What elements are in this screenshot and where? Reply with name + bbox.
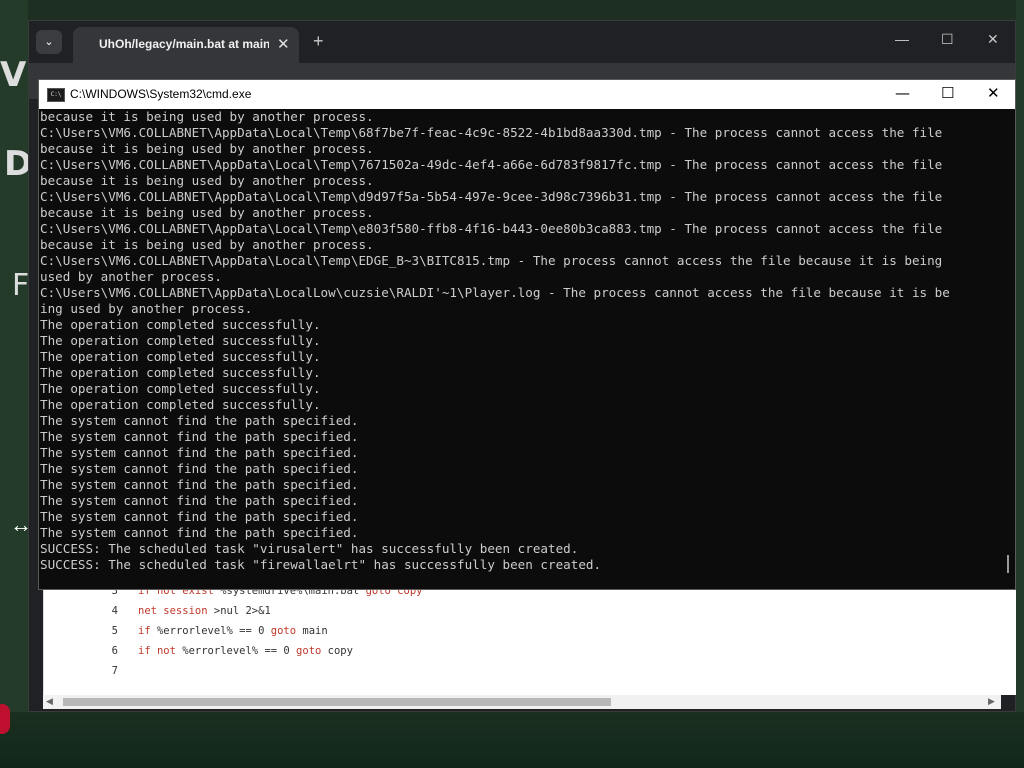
cmd-titlebar[interactable]: C:\ C:\WINDOWS\System32\cmd.exe — ☐ ✕ bbox=[39, 80, 1015, 109]
line-number[interactable]: 4 bbox=[88, 601, 118, 621]
console-line: C:\Users\VM6.COLLABNET\AppData\Local\Tem… bbox=[40, 253, 943, 268]
console-line: The system cannot find the path specifie… bbox=[40, 525, 359, 540]
cmd-window: C:\ C:\WINDOWS\System32\cmd.exe — ☐ ✕ be… bbox=[38, 79, 1016, 590]
desktop-background-left bbox=[0, 0, 28, 768]
console-line: The operation completed successfully. bbox=[40, 365, 321, 380]
browser-maximize-button[interactable]: ☐ bbox=[941, 31, 954, 48]
scroll-right-arrow-icon[interactable]: ▶ bbox=[988, 696, 995, 707]
browser-close-button[interactable]: ✕ bbox=[987, 31, 999, 48]
console-line: The system cannot find the path specifie… bbox=[40, 509, 359, 524]
scroll-left-arrow-icon[interactable]: ◀ bbox=[46, 696, 53, 707]
console-line: The operation completed successfully. bbox=[40, 317, 321, 332]
code-line: 4 net session >nul 2>&1 bbox=[44, 601, 984, 621]
console-line: The system cannot find the path specifie… bbox=[40, 445, 359, 460]
desktop-background-bottom bbox=[0, 712, 1024, 768]
cmd-close-button[interactable]: ✕ bbox=[987, 84, 1000, 102]
desktop-glyph: V bbox=[0, 55, 27, 95]
cmd-vertical-scrollbar[interactable] bbox=[1001, 109, 1015, 589]
console-line: The operation completed successfully. bbox=[40, 333, 321, 348]
console-line: C:\Users\VM6.COLLABNET\AppData\Local\Tem… bbox=[40, 157, 943, 172]
console-line: C:\Users\VM6.COLLABNET\AppData\Local\Tem… bbox=[40, 189, 943, 204]
line-number[interactable]: 6 bbox=[88, 641, 118, 661]
console-line: The system cannot find the path specifie… bbox=[40, 461, 359, 476]
horizontal-scrollbar[interactable]: ◀ ▶ bbox=[43, 695, 1001, 709]
console-line: The operation completed successfully. bbox=[40, 349, 321, 364]
tab-close-icon[interactable]: ✕ bbox=[277, 35, 290, 53]
console-line: The system cannot find the path specifie… bbox=[40, 429, 359, 444]
line-number[interactable]: 7 bbox=[88, 661, 118, 681]
browser-tab-active[interactable]: UhOh/legacy/main.bat at main ✕ bbox=[73, 27, 299, 63]
cmd-console-output[interactable]: because it is being used by another proc… bbox=[39, 109, 1001, 587]
console-line: C:\Users\VM6.COLLABNET\AppData\Local\Tem… bbox=[40, 221, 943, 236]
console-line: because it is being used by another proc… bbox=[40, 205, 374, 220]
console-line: because it is being used by another proc… bbox=[40, 141, 374, 156]
code-line: 7 bbox=[44, 661, 984, 681]
code-text: if not %errorlevel% == 0 goto copy bbox=[138, 645, 353, 657]
desktop-glyph: F bbox=[12, 268, 30, 303]
cmd-minimize-button[interactable]: — bbox=[895, 84, 910, 102]
scrollbar-thumb[interactable] bbox=[1007, 555, 1009, 573]
console-line: used by another process. bbox=[40, 269, 222, 284]
code-line: 5 if %errorlevel% == 0 goto main bbox=[44, 621, 984, 641]
desktop-app-icon[interactable] bbox=[0, 704, 10, 734]
console-line: SUCCESS: The scheduled task "virusalert"… bbox=[40, 541, 579, 556]
console-line: C:\Users\VM6.COLLABNET\AppData\Local\Tem… bbox=[40, 125, 943, 140]
console-line: ing used by another process. bbox=[40, 301, 253, 316]
console-line: C:\Users\VM6.COLLABNET\AppData\LocalLow\… bbox=[40, 285, 950, 300]
console-line: because it is being used by another proc… bbox=[40, 109, 374, 124]
console-line: The system cannot find the path specifie… bbox=[40, 477, 359, 492]
console-line: The system cannot find the path specifie… bbox=[40, 413, 359, 428]
browser-minimize-button[interactable]: — bbox=[895, 31, 909, 47]
console-line: SUCCESS: The scheduled task "firewallael… bbox=[40, 557, 602, 572]
console-line: The operation completed successfully. bbox=[40, 397, 321, 412]
new-tab-button[interactable]: + bbox=[313, 31, 324, 52]
tab-title: UhOh/legacy/main.bat at main bbox=[99, 37, 269, 51]
console-line: because it is being used by another proc… bbox=[40, 237, 374, 252]
desktop-background-right bbox=[1016, 0, 1024, 768]
cmd-window-title: C:\WINDOWS\System32\cmd.exe bbox=[70, 87, 252, 101]
cmd-maximize-button[interactable]: ☐ bbox=[941, 84, 954, 102]
scrollbar-thumb[interactable] bbox=[63, 698, 611, 706]
cmd-app-icon: C:\ bbox=[47, 88, 65, 102]
tab-search-chevron-down-icon[interactable]: ⌄ bbox=[36, 30, 62, 54]
code-text: if %errorlevel% == 0 goto main bbox=[138, 625, 328, 637]
console-line: because it is being used by another proc… bbox=[40, 173, 374, 188]
browser-tab-bar: ⌄ UhOh/legacy/main.bat at main ✕ + — ☐ ✕ bbox=[29, 21, 1015, 63]
console-line: The operation completed successfully. bbox=[40, 381, 321, 396]
code-line: 6 if not %errorlevel% == 0 goto copy bbox=[44, 641, 984, 661]
console-line: The system cannot find the path specifie… bbox=[40, 493, 359, 508]
code-text: net session >nul 2>&1 bbox=[138, 605, 271, 617]
line-number[interactable]: 5 bbox=[88, 621, 118, 641]
